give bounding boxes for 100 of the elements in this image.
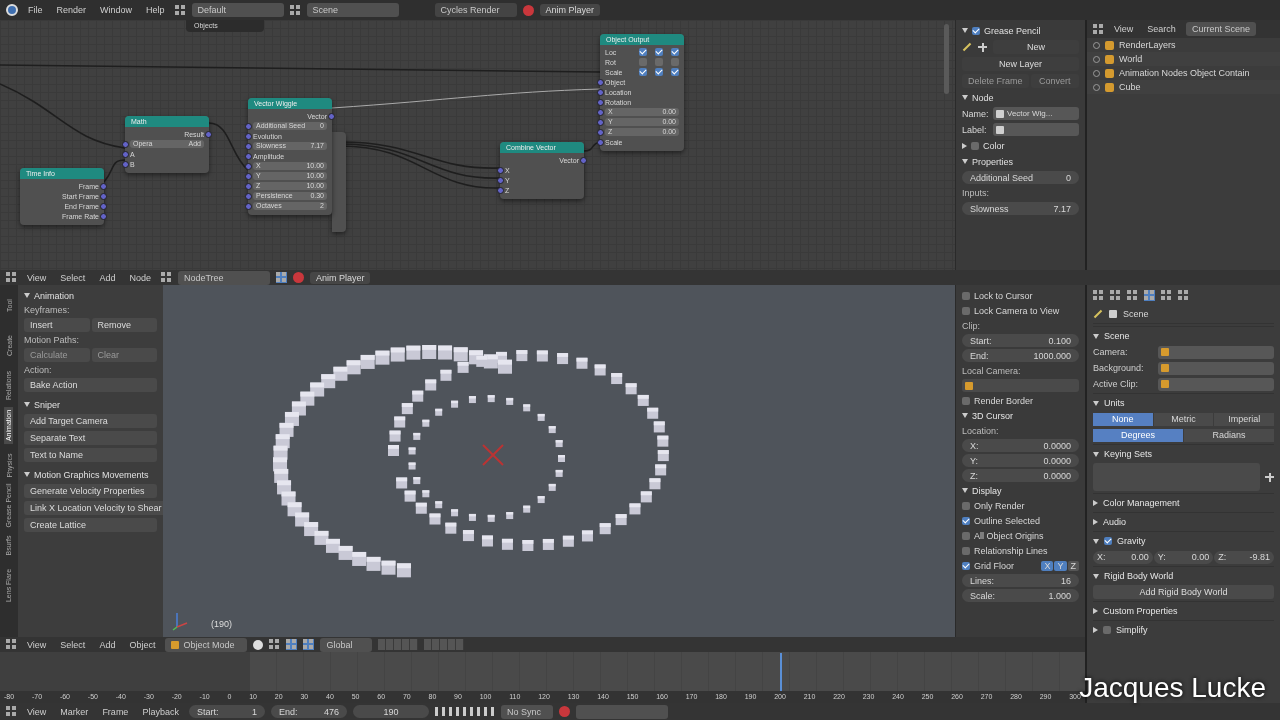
outliner-item[interactable]: Cube	[1119, 82, 1141, 92]
tool-button[interactable]: Text to Name	[24, 448, 157, 462]
menu-item[interactable]: Add	[95, 639, 120, 650]
section-title[interactable]: Grease Pencil	[984, 25, 1041, 36]
section-title[interactable]: Rigid Body World	[1104, 571, 1174, 581]
gravity-field[interactable]: X: 0.00	[1093, 550, 1153, 564]
section-title[interactable]: Gravity	[1117, 536, 1146, 546]
checkbox[interactable]	[962, 306, 970, 315]
unit-toggle[interactable]: Degrees	[1093, 428, 1183, 442]
record-icon[interactable]	[558, 706, 570, 717]
tool-button[interactable]: Generate Velocity Properties	[24, 484, 157, 498]
breadcrumb[interactable]: Scene	[1123, 309, 1149, 319]
checkbox[interactable]	[639, 48, 647, 56]
checkbox[interactable]	[972, 26, 980, 35]
menu-item[interactable]: File	[24, 5, 47, 15]
tool-button[interactable]: Remove	[91, 318, 157, 332]
scene-field[interactable]: Scene	[306, 3, 399, 17]
section-title[interactable]: Color Management	[1103, 498, 1180, 508]
gravity-field[interactable]: Z: -9.81	[1214, 550, 1274, 564]
axis-toggle[interactable]: Z	[1067, 560, 1079, 571]
checkbox[interactable]	[655, 48, 663, 56]
checkbox[interactable]	[639, 68, 647, 76]
tool-button[interactable]: Insert	[24, 318, 90, 332]
section-title[interactable]: Units	[1104, 398, 1125, 408]
section-title[interactable]: Animation	[34, 290, 75, 301]
stop-icon[interactable]	[522, 4, 534, 16]
orientation-dropdown[interactable]: Global	[320, 637, 373, 652]
new-button[interactable]: New	[993, 40, 1079, 54]
socket-icon[interactable]	[580, 156, 587, 164]
section-title[interactable]: Properties	[972, 156, 1014, 167]
unit-toggle[interactable]: Radians	[1184, 428, 1274, 442]
render-engine-dropdown[interactable]: Cycles Render	[434, 3, 517, 17]
data-field[interactable]	[1158, 377, 1274, 391]
unit-toggle[interactable]: Metric	[1153, 412, 1214, 426]
display-mode-dropdown[interactable]: Current Scene	[1185, 22, 1256, 36]
gravity-field[interactable]: Y: 0.00	[1153, 550, 1214, 564]
menu-item[interactable]: Select	[56, 639, 90, 650]
menu-item[interactable]: View	[23, 639, 51, 650]
section-title[interactable]: Simplify	[1116, 625, 1148, 635]
playhead[interactable]	[780, 653, 783, 691]
menu-item[interactable]: Window	[96, 5, 137, 15]
tool-button[interactable]: Link X Location Velocity to Shear	[24, 501, 163, 515]
keying-set-field[interactable]	[575, 704, 668, 719]
unit-toggle[interactable]: None	[1093, 412, 1153, 426]
section-title[interactable]: Motion Graphics Movements	[34, 469, 149, 480]
expand-icon[interactable]	[24, 293, 30, 298]
section-title[interactable]: Sniper	[34, 399, 60, 410]
seed-field[interactable]: Additional Seed 0	[962, 171, 1079, 184]
section-title[interactable]: Color	[983, 140, 1005, 151]
number-field[interactable]: X: 0.0000	[962, 439, 1079, 452]
anim-player-button[interactable]: Anim Player	[309, 271, 371, 284]
scrollbar[interactable]	[944, 24, 949, 94]
sync-dropdown[interactable]: No Sync	[500, 704, 553, 719]
expand-icon[interactable]	[962, 488, 968, 493]
tool-button[interactable]: Add Target Camera	[24, 414, 157, 428]
menu-item[interactable]: Help	[142, 5, 169, 15]
menu-item[interactable]: View	[23, 706, 51, 717]
menu-item[interactable]: Frame	[98, 706, 133, 717]
node-tree-field[interactable]: NodeTree	[177, 270, 270, 285]
pencil-icon[interactable]	[962, 42, 972, 52]
section-title[interactable]: Audio	[1103, 517, 1127, 527]
section-title[interactable]: Scene	[1104, 331, 1130, 341]
current-frame-field[interactable]: 190	[352, 705, 429, 718]
convert-button[interactable]: Convert	[1030, 74, 1079, 88]
outliner-item[interactable]: World	[1119, 54, 1143, 64]
expand-icon[interactable]	[1093, 538, 1099, 544]
socket-icon[interactable]	[328, 112, 335, 120]
checkbox[interactable]	[671, 48, 679, 56]
editor-type-icon[interactable]	[1093, 23, 1104, 35]
shading-icon[interactable]	[253, 639, 264, 650]
number-field[interactable]: Lines: 16	[962, 574, 1079, 587]
node-card[interactable]	[332, 132, 346, 232]
expand-icon[interactable]	[24, 402, 30, 407]
expand-icon[interactable]	[24, 472, 30, 477]
editor-type-icon[interactable]	[6, 639, 17, 650]
anim-player-button[interactable]: Anim Player	[539, 4, 601, 16]
number-field[interactable]: Z: 0.0000	[962, 469, 1079, 482]
tool-button[interactable]: Create Lattice	[24, 518, 157, 532]
add-rigid-body-button[interactable]: Add Rigid Body World	[1093, 585, 1274, 599]
socket-icon[interactable]	[205, 130, 212, 138]
slowness-field[interactable]: Slowness 7.17	[962, 202, 1079, 215]
menu-item[interactable]: Search	[1143, 24, 1180, 34]
layout-field[interactable]: Default	[191, 3, 284, 17]
menu-item[interactable]: Object	[125, 639, 160, 650]
checkbox[interactable]	[962, 561, 970, 570]
label-field[interactable]	[993, 123, 1079, 136]
expand-icon[interactable]	[1093, 451, 1099, 457]
checkbox[interactable]	[639, 58, 647, 66]
section-title[interactable]: Custom Properties	[1103, 606, 1178, 616]
delete-frame-button[interactable]: Delete Frame	[962, 74, 1029, 88]
checkbox[interactable]	[671, 58, 679, 66]
checkbox[interactable]	[962, 501, 970, 510]
mode-dropdown[interactable]: Object Mode	[165, 637, 248, 652]
checkbox[interactable]	[962, 516, 970, 525]
start-frame-field[interactable]: Start: 1	[188, 705, 265, 718]
checkbox[interactable]	[962, 396, 970, 405]
expand-icon[interactable]	[1093, 608, 1098, 614]
editor-type-icon[interactable]	[6, 706, 17, 717]
checkbox[interactable]	[655, 58, 663, 66]
menu-item[interactable]: View	[1110, 24, 1138, 34]
